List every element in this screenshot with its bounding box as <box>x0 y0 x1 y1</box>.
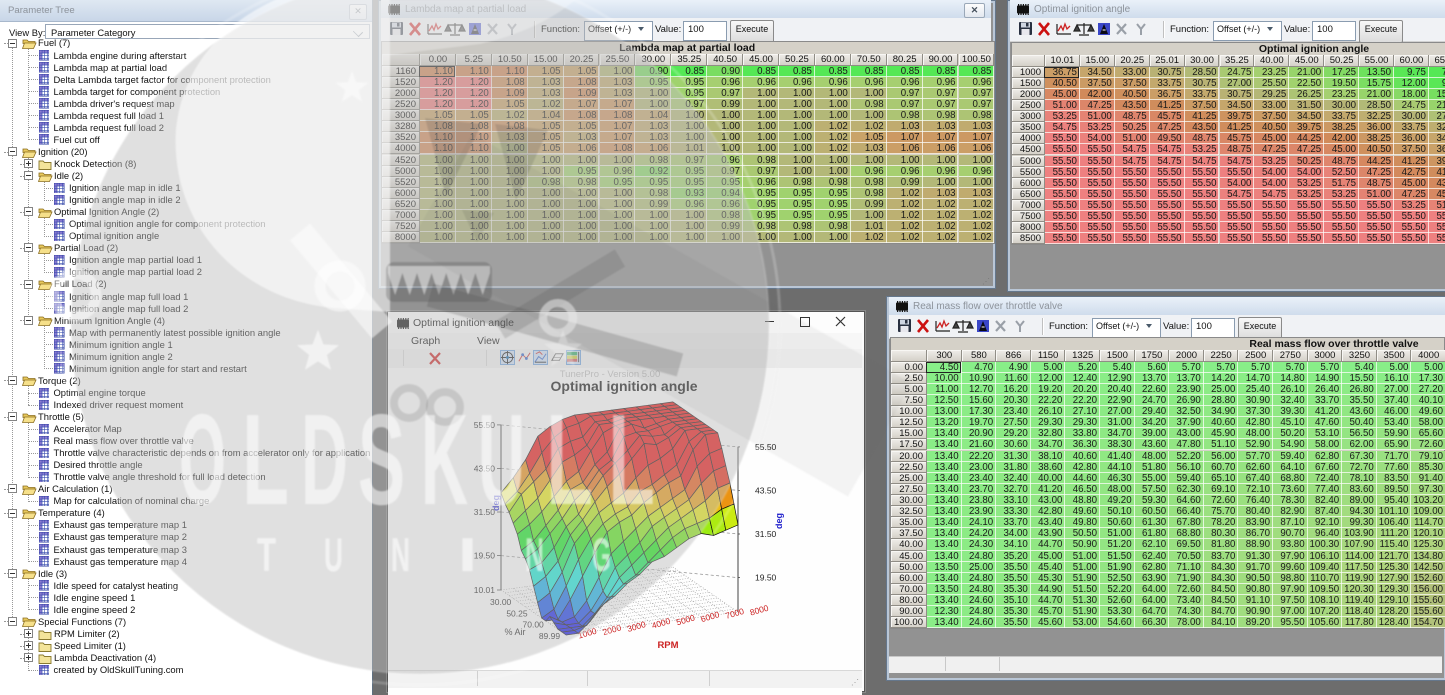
svg-text:31.50: 31.50 <box>755 529 777 539</box>
svg-text:55.50: 55.50 <box>474 420 496 430</box>
svg-text:43.50: 43.50 <box>755 485 777 495</box>
svg-text:RPM: RPM <box>657 640 678 651</box>
svg-text:8000: 8000 <box>749 603 770 618</box>
svg-text:% Air: % Air <box>504 627 525 637</box>
svg-text:2000: 2000 <box>601 622 622 637</box>
svg-text:30.00: 30.00 <box>490 597 512 607</box>
svg-text:Optimal ignition angle: Optimal ignition angle <box>551 378 698 394</box>
svg-text:6000: 6000 <box>700 609 721 624</box>
svg-text:19.50: 19.50 <box>474 551 496 561</box>
svg-text:70.00: 70.00 <box>523 620 545 630</box>
svg-text:4000: 4000 <box>651 616 672 631</box>
svg-text:3000: 3000 <box>626 619 647 634</box>
svg-text:89.99: 89.99 <box>539 631 561 641</box>
svg-text:55.50: 55.50 <box>755 442 777 452</box>
svg-text:43.50: 43.50 <box>474 463 496 473</box>
svg-text:7000: 7000 <box>724 606 745 621</box>
svg-text:19.50: 19.50 <box>755 573 777 583</box>
svg-text:deg: deg <box>774 513 784 529</box>
svg-text:10.01: 10.01 <box>474 585 496 595</box>
svg-text:deg: deg <box>491 495 501 511</box>
svg-text:5000: 5000 <box>675 612 696 627</box>
svg-text:50.25: 50.25 <box>506 609 528 619</box>
